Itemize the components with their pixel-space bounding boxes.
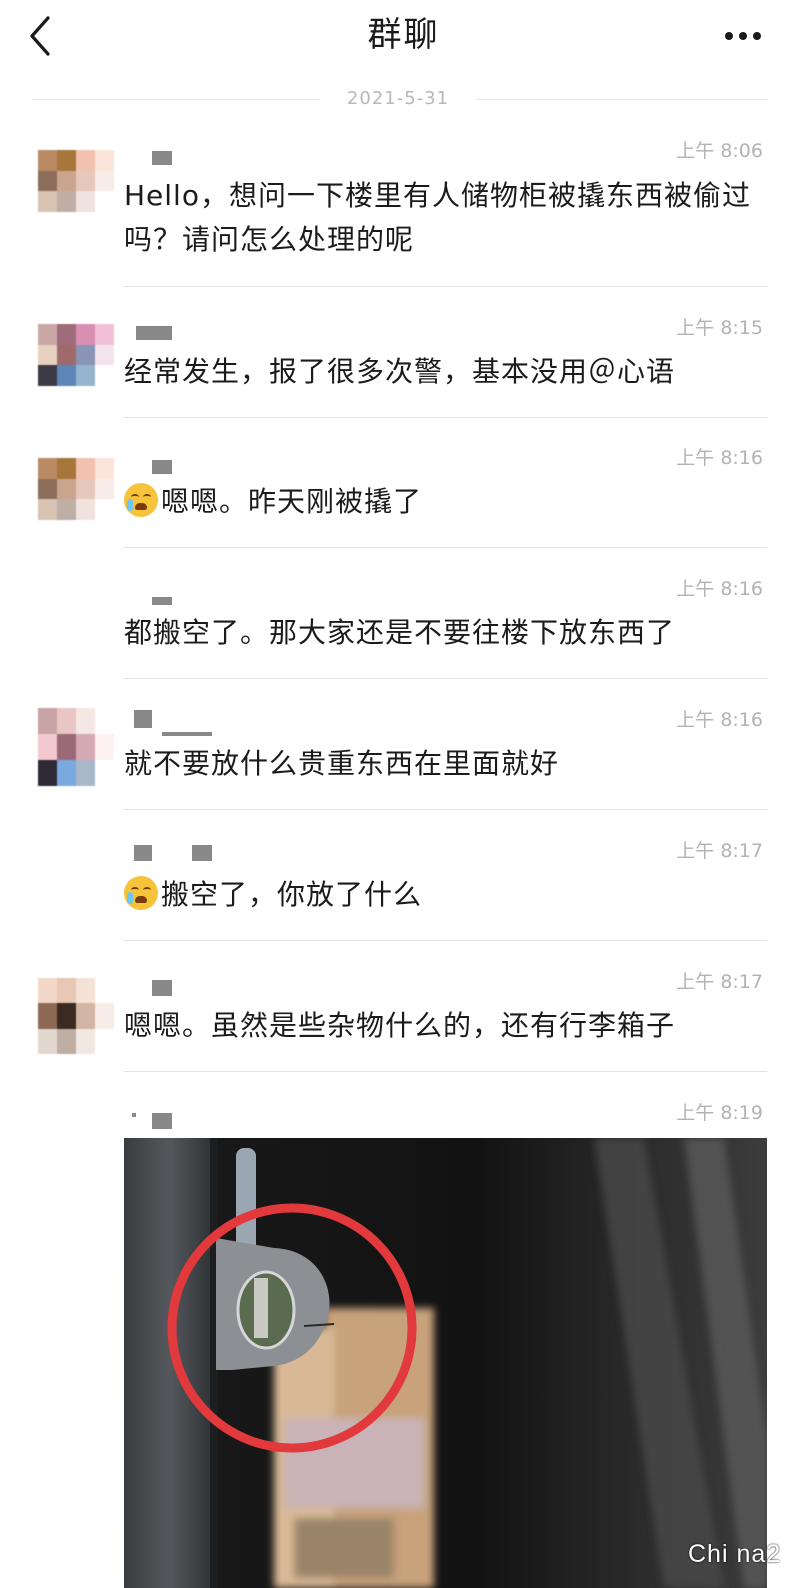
message-text: 都搬空了。那大家还是不要往楼下放东西了 xyxy=(124,616,676,649)
message-separator xyxy=(124,940,767,941)
message-time: 上午 8:17 xyxy=(676,971,763,993)
avatar[interactable] xyxy=(38,150,114,212)
broken-locker-latch-photo xyxy=(124,1138,767,1588)
message-text: 经常发生，报了很多次警，基本没用＠心语 xyxy=(124,355,676,388)
message-text-content: 嗯嗯。昨天刚被撬了 xyxy=(161,485,423,518)
message-separator xyxy=(124,547,767,548)
message-time: 上午 8:06 xyxy=(676,140,763,162)
chat-header: 群聊 xyxy=(0,0,807,80)
crying-face-emoji xyxy=(124,483,158,517)
message-text: 嗯嗯。昨天刚被撬了 xyxy=(124,480,772,524)
message-time: 上午 8:16 xyxy=(676,709,763,731)
message-time: 上午 8:16 xyxy=(676,447,763,469)
avatar[interactable] xyxy=(38,324,114,386)
date-divider: 2021-5-31 xyxy=(32,84,768,114)
message-text: 搬空了，你放了什么 xyxy=(124,873,772,917)
date-label: 2021-5-31 xyxy=(346,88,450,109)
avatar[interactable] xyxy=(38,708,114,786)
message-text: 就不要放什么贵重东西在里面就好 xyxy=(124,747,560,780)
message-time: 上午 8:17 xyxy=(676,840,763,862)
message-photo[interactable] xyxy=(124,1138,767,1588)
more-dots-icon xyxy=(725,32,761,40)
message-text: 嗯嗯。虽然是些杂物什么的，还有行李箱子 xyxy=(124,1009,676,1042)
avatar[interactable] xyxy=(38,978,114,1054)
message-text-content: 搬空了，你放了什么 xyxy=(161,878,423,911)
chat-title: 群聊 xyxy=(367,15,440,55)
divider-line xyxy=(32,99,320,100)
message-text: Hello，想问一下楼里有人储物柜被撬东西被偷过吗？请问怎么处理的呢 xyxy=(124,179,751,256)
message-time: 上午 8:16 xyxy=(676,578,763,600)
message-time: 上午 8:19 xyxy=(676,1102,763,1124)
message-separator xyxy=(124,1071,767,1072)
message-separator xyxy=(124,417,767,418)
message-time: 上午 8:15 xyxy=(676,317,763,339)
watermark-text: Chi na2 xyxy=(688,1540,782,1568)
avatar[interactable] xyxy=(38,458,114,520)
message-separator xyxy=(124,678,767,679)
loudly-crying-face-emoji xyxy=(124,876,158,910)
message-separator xyxy=(124,286,767,287)
more-button[interactable] xyxy=(718,22,768,50)
message-separator xyxy=(124,809,767,810)
divider-line xyxy=(476,99,768,100)
